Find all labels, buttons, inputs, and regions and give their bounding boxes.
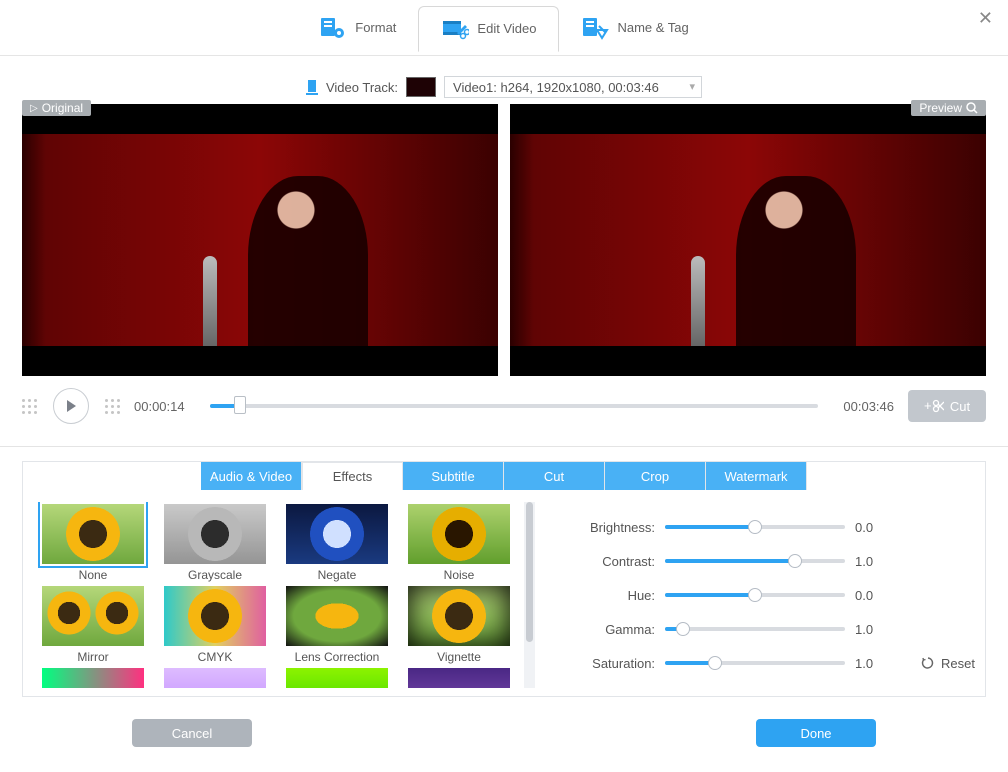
effect-vignette[interactable]: Vignette: [399, 584, 519, 666]
track-icon: [306, 79, 318, 95]
effects-grid: None Grayscale Negate Noise Mirror: [33, 502, 520, 688]
bottom-bar: Cancel Done: [22, 697, 986, 747]
original-tag[interactable]: ▷Original: [22, 100, 91, 116]
time-total: 00:03:46: [832, 399, 894, 414]
effect-mirror[interactable]: Mirror: [33, 584, 153, 666]
close-icon[interactable]: ✕: [978, 8, 993, 29]
effect-extra-1[interactable]: [33, 666, 153, 688]
tab-name-tag[interactable]: Name & Tag: [559, 6, 710, 50]
subtab-subtitle[interactable]: Subtitle: [403, 462, 504, 490]
slider-brightness-bar[interactable]: [665, 525, 845, 529]
prev-frame-button[interactable]: [22, 399, 37, 414]
track-label: Video Track:: [326, 80, 398, 95]
effect-grayscale[interactable]: Grayscale: [155, 502, 275, 584]
preview-video[interactable]: [510, 104, 986, 376]
timeline-row: 00:00:14 00:03:46 + Cut: [0, 376, 1008, 446]
effect-extra-3[interactable]: [277, 666, 397, 688]
subtab-crop[interactable]: Crop: [605, 462, 706, 490]
reset-icon: [921, 656, 935, 670]
effect-cmyk[interactable]: CMYK: [155, 584, 275, 666]
subtab-audio-video[interactable]: Audio & Video: [201, 462, 302, 490]
time-current: 00:00:14: [134, 399, 196, 414]
format-icon: [319, 16, 347, 40]
next-frame-button[interactable]: [105, 399, 120, 414]
preview-tag[interactable]: Preview: [911, 100, 986, 116]
track-thumbnail: [406, 77, 436, 97]
magnify-icon: [966, 102, 978, 114]
effect-extra-2[interactable]: [155, 666, 275, 688]
edit-pane: Audio & Video Effects Subtitle Cut Crop …: [22, 461, 986, 697]
cut-plus-icon: +: [924, 399, 944, 413]
cancel-button[interactable]: Cancel: [132, 719, 252, 747]
preview-row: ▷Original Preview: [0, 104, 1008, 376]
tab-edit-video[interactable]: Edit Video: [418, 6, 559, 52]
effect-noise[interactable]: Noise: [399, 502, 519, 584]
slider-gamma-bar[interactable]: [665, 627, 845, 631]
subtab-watermark[interactable]: Watermark: [706, 462, 807, 490]
slider-brightness: Brightness: 0.0: [575, 510, 975, 544]
svg-text:+: +: [924, 399, 932, 413]
done-button[interactable]: Done: [756, 719, 876, 747]
sub-tabs: Audio & Video Effects Subtitle Cut Crop …: [23, 462, 985, 490]
slider-hue: Hue: 0.0: [575, 578, 975, 612]
slider-contrast-bar[interactable]: [665, 559, 845, 563]
reset-button[interactable]: Reset: [921, 656, 975, 671]
slider-contrast: Contrast: 1.0: [575, 544, 975, 578]
subtab-effects[interactable]: Effects: [302, 462, 403, 490]
adjustment-sliders: Brightness: 0.0 Contrast: 1.0 Hue: 0.0 G…: [535, 502, 975, 688]
track-select-value: Video1: h264, 1920x1080, 00:03:46: [453, 80, 659, 95]
effect-none[interactable]: None: [33, 502, 153, 584]
slider-gamma: Gamma: 1.0: [575, 612, 975, 646]
timeline-slider[interactable]: [210, 404, 818, 408]
play-button[interactable]: [53, 388, 89, 424]
effect-negate[interactable]: Negate: [277, 502, 397, 584]
original-video[interactable]: [22, 104, 498, 376]
edit-video-icon: [441, 17, 469, 41]
track-select[interactable]: Video1: h264, 1920x1080, 00:03:46: [444, 76, 702, 98]
tab-name-tag-label: Name & Tag: [617, 20, 688, 35]
name-tag-icon: [581, 16, 609, 40]
cut-button[interactable]: + Cut: [908, 390, 986, 422]
effect-lens-correction[interactable]: Lens Correction: [277, 584, 397, 666]
tab-format-label: Format: [355, 20, 396, 35]
tab-edit-video-label: Edit Video: [477, 21, 536, 36]
top-tab-bar: Format Edit Video Name & Tag: [0, 0, 1008, 56]
slider-hue-bar[interactable]: [665, 593, 845, 597]
video-track-row: Video Track: Video1: h264, 1920x1080, 00…: [0, 76, 1008, 98]
cut-label: Cut: [950, 399, 970, 414]
slider-saturation-bar[interactable]: [665, 661, 845, 665]
effects-scrollbar[interactable]: [524, 502, 535, 688]
tab-format[interactable]: Format: [297, 6, 418, 50]
effect-extra-4[interactable]: [399, 666, 519, 688]
subtab-cut[interactable]: Cut: [504, 462, 605, 490]
slider-saturation: Saturation: 1.0 Reset: [575, 646, 975, 680]
